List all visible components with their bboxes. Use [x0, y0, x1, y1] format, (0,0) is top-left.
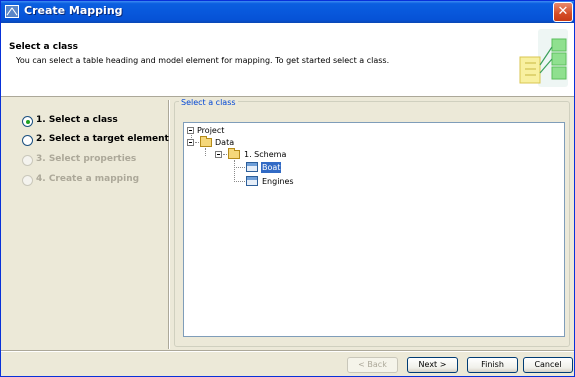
folder-icon	[228, 148, 240, 159]
tree-connector	[195, 142, 199, 143]
next-button[interactable]: Next >	[407, 357, 458, 373]
class-icon	[246, 176, 258, 186]
tree-connector	[234, 160, 235, 182]
radio-icon	[22, 116, 33, 127]
wizard-header: Select a class You can select a table he…	[1, 23, 574, 97]
tree-node-project[interactable]: Project	[197, 125, 224, 136]
class-tree[interactable]: Project Data 1. Schema Boat Engines	[183, 122, 565, 337]
group-legend: Select a class	[179, 98, 238, 107]
radio-icon	[22, 135, 33, 146]
mapping-diagram-icon	[519, 29, 568, 87]
divider	[169, 100, 170, 349]
title-bar[interactable]: Create Mapping ✕	[1, 1, 574, 23]
finish-button[interactable]: Finish	[467, 357, 518, 373]
tree-node-boat[interactable]: Boat	[261, 162, 282, 173]
cancel-button[interactable]: Cancel	[523, 357, 573, 373]
back-button[interactable]: < Back	[347, 357, 398, 373]
close-button[interactable]: ✕	[553, 2, 573, 22]
wizard-steps-panel: 1. Select a class 2. Select a target ele…	[8, 100, 169, 349]
tree-connector	[205, 148, 206, 156]
folder-icon	[200, 136, 212, 147]
page-description: You can select a table heading and model…	[16, 56, 390, 65]
radio-icon	[22, 155, 33, 166]
page-title: Select a class	[9, 42, 78, 52]
create-mapping-dialog: Create Mapping ✕ Select a class You can …	[0, 0, 575, 377]
collapse-icon[interactable]	[187, 139, 194, 146]
step-label: 2. Select a target element	[36, 134, 169, 144]
class-icon	[246, 162, 258, 172]
tree-node-schema[interactable]: 1. Schema	[244, 149, 286, 160]
step-label: 1. Select a class	[36, 115, 118, 125]
tree-node-data[interactable]: Data	[215, 137, 234, 148]
tree-connector	[223, 154, 227, 155]
collapse-icon[interactable]	[215, 151, 222, 158]
app-icon	[5, 5, 19, 18]
divider	[1, 351, 574, 352]
step-label: 3. Select properties	[36, 154, 137, 164]
tree-connector	[234, 167, 245, 168]
window-title: Create Mapping	[24, 4, 123, 17]
collapse-icon[interactable]	[187, 127, 194, 134]
step-label: 4. Create a mapping	[36, 174, 140, 184]
tree-node-engines[interactable]: Engines	[262, 176, 294, 187]
close-icon: ✕	[557, 4, 569, 19]
radio-icon	[22, 175, 33, 186]
tree-connector	[234, 181, 245, 182]
